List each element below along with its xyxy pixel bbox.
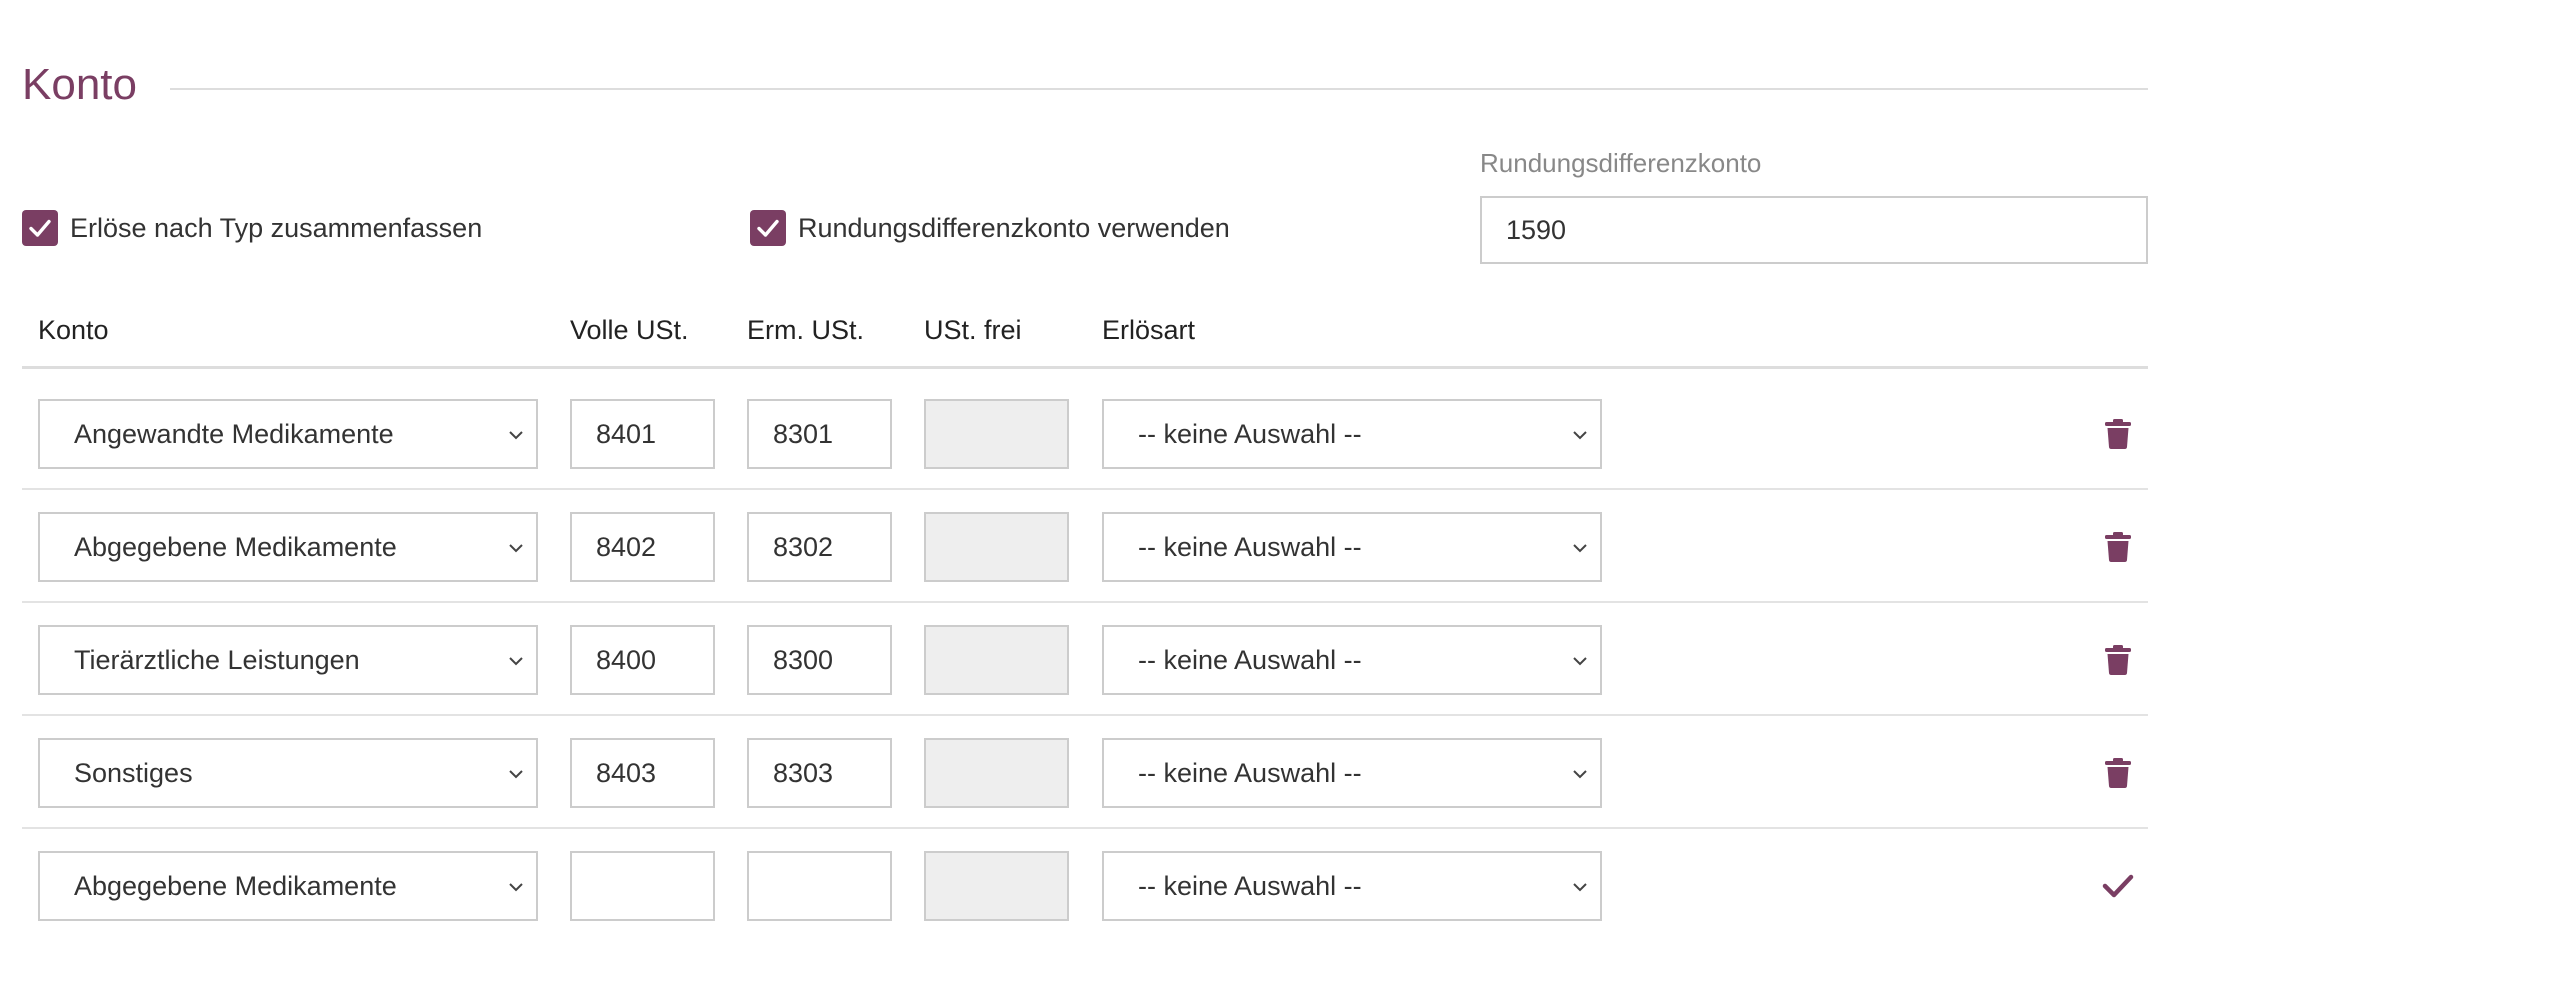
confirm-row-button[interactable] [2098, 866, 2138, 906]
section-divider [170, 88, 2148, 90]
reduced-vat-input[interactable]: 8300 [747, 625, 892, 695]
table-header-divider [22, 366, 2148, 369]
chevron-down-icon [509, 431, 523, 440]
revenue-type-select[interactable]: -- keine Auswahl -- [1102, 738, 1602, 808]
full-vat-input[interactable]: 8403 [570, 738, 715, 808]
chevron-down-icon [509, 883, 523, 892]
konto-select[interactable]: Abgegebene Medikamente [38, 512, 538, 582]
trash-icon [2105, 645, 2131, 675]
konto-select[interactable]: Abgegebene Medikamente [38, 851, 538, 921]
revenue-type-select-value: -- keine Auswahl -- [1138, 644, 1362, 675]
use-rounding-account-checkbox[interactable] [750, 210, 786, 246]
rounding-account-input[interactable]: 1590 [1480, 196, 2148, 264]
full-vat-input[interactable]: 8400 [570, 625, 715, 695]
column-header-revenue-type: Erlösart [1102, 315, 1196, 345]
checkmark-icon [29, 219, 51, 237]
vat-free-input [924, 625, 1069, 695]
summarize-by-type-label: Erlöse nach Typ zusammenfassen [70, 212, 483, 243]
konto-select-value: Abgegebene Medikamente [74, 531, 397, 562]
chevron-down-icon [509, 657, 523, 666]
use-rounding-account-option[interactable]: Rundungsdifferenzkonto verwenden [750, 208, 1230, 248]
vat-free-input [924, 512, 1069, 582]
table-row: Tierärztliche Leistungen 8400 8300 -- ke… [0, 603, 2550, 716]
revenue-type-select[interactable]: -- keine Auswahl -- [1102, 625, 1602, 695]
trash-icon [2105, 758, 2131, 788]
vat-free-input [924, 851, 1069, 921]
full-vat-input[interactable]: 8402 [570, 512, 715, 582]
column-header-full-vat: Volle USt. [570, 315, 689, 345]
trash-icon [2105, 419, 2131, 449]
konto-select[interactable]: Tierärztliche Leistungen [38, 625, 538, 695]
delete-row-button[interactable] [2098, 527, 2138, 567]
konto-select-value: Angewandte Medikamente [74, 418, 394, 449]
full-vat-input[interactable]: 8401 [570, 399, 715, 469]
konto-settings-page: Konto Erlöse nach Typ zusammenfassen Run… [0, 0, 2550, 990]
reduced-vat-input[interactable]: 8303 [747, 738, 892, 808]
column-header-reduced-vat: Erm. USt. [747, 315, 865, 345]
chevron-down-icon [1573, 770, 1587, 779]
summarize-by-type-checkbox[interactable] [22, 210, 58, 246]
vat-free-input [924, 399, 1069, 469]
table-row: Sonstiges 8403 8303 -- keine Auswahl -- [0, 716, 2550, 829]
chevron-down-icon [1573, 544, 1587, 553]
rounding-account-label: Rundungsdifferenzkonto [1480, 148, 1762, 178]
revenue-type-select-value: -- keine Auswahl -- [1138, 418, 1362, 449]
revenue-type-select[interactable]: -- keine Auswahl -- [1102, 512, 1602, 582]
revenue-type-select-value: -- keine Auswahl -- [1138, 757, 1362, 788]
konto-select-value: Sonstiges [74, 757, 193, 788]
reduced-vat-input[interactable]: 8301 [747, 399, 892, 469]
chevron-down-icon [1573, 657, 1587, 666]
table-row: Angewandte Medikamente 8401 8301 -- kein… [0, 377, 2550, 490]
revenue-type-select[interactable]: -- keine Auswahl -- [1102, 851, 1602, 921]
reduced-vat-input[interactable]: 8302 [747, 512, 892, 582]
chevron-down-icon [1573, 883, 1587, 892]
konto-select[interactable]: Angewandte Medikamente [38, 399, 538, 469]
summarize-by-type-option[interactable]: Erlöse nach Typ zusammenfassen [22, 208, 482, 248]
delete-row-button[interactable] [2098, 414, 2138, 454]
checkmark-icon [757, 219, 779, 237]
trash-icon [2105, 532, 2131, 562]
chevron-down-icon [509, 770, 523, 779]
konto-select-value: Tierärztliche Leistungen [74, 644, 360, 675]
chevron-down-icon [1573, 431, 1587, 440]
reduced-vat-input[interactable] [747, 851, 892, 921]
use-rounding-account-label: Rundungsdifferenzkonto verwenden [798, 212, 1230, 243]
chevron-down-icon [509, 544, 523, 553]
table-row: Abgegebene Medikamente 8402 8302 -- kein… [0, 490, 2550, 603]
delete-row-button[interactable] [2098, 640, 2138, 680]
revenue-type-select-value: -- keine Auswahl -- [1138, 870, 1362, 901]
check-icon [2102, 874, 2134, 898]
new-entry-row: Abgegebene Medikamente -- keine Auswahl … [0, 829, 2550, 942]
konto-select[interactable]: Sonstiges [38, 738, 538, 808]
revenue-type-select-value: -- keine Auswahl -- [1138, 531, 1362, 562]
delete-row-button[interactable] [2098, 753, 2138, 793]
section-title: Konto [22, 60, 137, 109]
full-vat-input[interactable] [570, 851, 715, 921]
konto-select-value: Abgegebene Medikamente [74, 870, 397, 901]
column-header-vat-free: USt. frei [924, 315, 1022, 345]
column-header-konto: Konto [38, 315, 109, 345]
revenue-type-select[interactable]: -- keine Auswahl -- [1102, 399, 1602, 469]
vat-free-input [924, 738, 1069, 808]
